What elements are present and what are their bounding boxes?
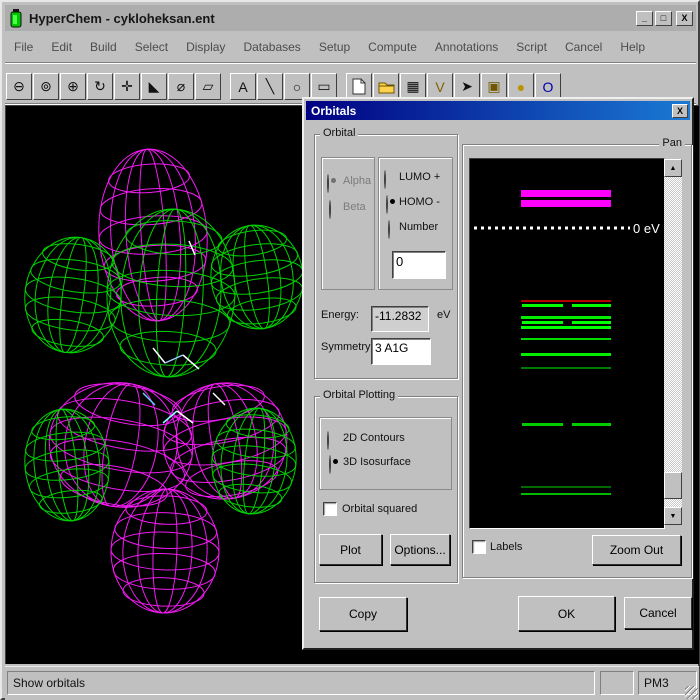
homo-label: HOMO - [399, 196, 440, 208]
new-file-icon[interactable] [346, 73, 372, 100]
orbital-squared-label: Orbital squared [342, 503, 417, 515]
select-rect-icon[interactable]: ▭ [311, 73, 337, 100]
divider [5, 62, 696, 64]
labels-label: Labels [490, 541, 522, 553]
menu-bar: FileEditBuildSelectDisplayDatabasesSetup… [5, 35, 696, 59]
maximize-button[interactable]: □ [655, 11, 672, 26]
dialog-title-bar[interactable]: Orbitals X [306, 101, 690, 120]
beta-label: Beta [343, 201, 366, 213]
energy-level-diagram: 0 eV [470, 159, 662, 526]
status-message: Show orbitals [7, 671, 595, 695]
menu-file[interactable]: File [5, 38, 42, 56]
model-build-icon[interactable]: ● [508, 73, 534, 100]
overlay-icon[interactable]: O [535, 73, 561, 100]
app-window: HyperChem - cykloheksan.ent _ □ X FileEd… [0, 0, 700, 700]
orbital-plotting-label: Orbital Plotting [320, 389, 398, 401]
number-label: Number [399, 221, 438, 233]
isosurface-3d-radio[interactable] [329, 455, 331, 474]
svg-text:0 eV: 0 eV [633, 221, 660, 236]
dialog-title: Orbitals [311, 104, 356, 118]
scroll-down-icon[interactable]: ▼ [664, 507, 682, 525]
resize-grip[interactable] [685, 686, 698, 699]
orbital-select-box: LUMO + HOMO - Number 0 [378, 157, 453, 290]
alpha-label: Alpha [343, 175, 371, 187]
menu-databases[interactable]: Databases [234, 38, 309, 56]
toolbar-separator [338, 73, 345, 100]
orbital-plotting-group: Orbital Plotting 2D Contours 3D Isosurfa… [314, 396, 458, 583]
constrain-icon[interactable]: ▣ [481, 73, 507, 100]
energy-level-panel[interactable]: 0 eV [469, 158, 665, 529]
plot-button[interactable]: Plot [319, 534, 382, 565]
orbital-group: Orbital Alpha Beta LUMO + HOMO - Number … [314, 134, 458, 379]
orbital-isosurface [6, 106, 302, 663]
scrollbar-thumb[interactable] [664, 472, 682, 499]
menu-display[interactable]: Display [177, 38, 234, 56]
lumo-radio[interactable] [384, 170, 386, 189]
open-file-icon[interactable] [373, 73, 399, 100]
select-sphere-icon[interactable]: ○ [284, 73, 310, 100]
dialog-close-icon[interactable]: X [672, 104, 688, 118]
alpha-radio[interactable] [327, 174, 329, 193]
status-middle [600, 671, 634, 695]
energy-value-field: -11.2832 [371, 306, 429, 332]
menu-help[interactable]: Help [611, 38, 654, 56]
window-title: HyperChem - cykloheksan.ent [29, 11, 215, 26]
translate-xy-icon[interactable]: ✛ [114, 73, 140, 100]
lumo-label: LUMO + [399, 171, 440, 183]
menu-edit[interactable]: Edit [42, 38, 81, 56]
menu-select[interactable]: Select [126, 38, 177, 56]
orbital-number-input[interactable]: 0 [392, 251, 446, 279]
status-bar: Show orbitals PM3 [5, 666, 699, 700]
menu-annotations[interactable]: Annotations [426, 38, 507, 56]
symmetry-value-field: 3 A1G [371, 338, 431, 365]
menu-cancel[interactable]: Cancel [556, 38, 611, 56]
energy-unit: eV [437, 309, 450, 321]
pan-tool-icon[interactable]: ▱ [195, 73, 221, 100]
orbitals-dialog: Orbitals X Orbital Alpha Beta LUMO + HOM… [302, 97, 694, 650]
z-clip-icon[interactable]: ⌀ [168, 73, 194, 100]
orbital-group-label: Orbital [320, 127, 358, 139]
copy-button[interactable]: Copy [319, 597, 407, 631]
contours-2d-label: 2D Contours [343, 432, 405, 444]
cancel-button[interactable]: Cancel [624, 597, 692, 629]
periodic-table-icon[interactable]: ▦ [400, 73, 426, 100]
orbital-squared-checkbox[interactable] [323, 502, 337, 516]
isosurface-3d-label: 3D Isosurface [343, 456, 411, 468]
flask-icon [9, 8, 23, 28]
text-tool-icon[interactable]: A [230, 73, 256, 100]
options-button[interactable]: Options... [390, 534, 450, 565]
toolbar-separator [222, 73, 229, 100]
number-radio[interactable] [388, 220, 390, 239]
energy-scrollbar[interactable]: ▲ ▼ [664, 159, 682, 525]
ok-button[interactable]: OK [518, 596, 615, 631]
symmetry-label: Symmetry: [321, 341, 374, 353]
pan-group-label: Pan [659, 137, 685, 149]
minimize-button[interactable]: _ [636, 11, 653, 26]
homo-radio[interactable] [386, 195, 388, 214]
menu-build[interactable]: Build [81, 38, 126, 56]
rotate-out-of-plane-icon[interactable]: ⊖ [6, 73, 32, 100]
contours-2d-radio[interactable] [327, 431, 329, 450]
selection-pointer-icon[interactable]: ➤ [454, 73, 480, 100]
menu-compute[interactable]: Compute [359, 38, 426, 56]
energy-label: Energy: [321, 309, 359, 321]
menu-setup[interactable]: Setup [310, 38, 359, 56]
rotate-tool-icon[interactable]: ↻ [87, 73, 113, 100]
scroll-up-icon[interactable]: ▲ [664, 159, 682, 177]
zoom-tool-icon[interactable]: ◣ [141, 73, 167, 100]
menu-script[interactable]: Script [507, 38, 556, 56]
rotate-in-plane-icon[interactable]: ⊚ [33, 73, 59, 100]
draw-line-icon[interactable]: ╲ [257, 73, 283, 100]
default-element-icon[interactable]: V [427, 73, 453, 100]
beta-radio[interactable] [329, 200, 331, 219]
plot-mode-box: 2D Contours 3D Isosurface [319, 417, 452, 490]
translate-z-icon[interactable]: ⊕ [60, 73, 86, 100]
title-bar[interactable]: HyperChem - cykloheksan.ent _ □ X [5, 5, 696, 31]
close-button[interactable]: X [676, 11, 693, 26]
spin-box: Alpha Beta [321, 157, 375, 290]
pan-group: Pan 0 eV ▲ ▼ Labels Zoom Out [462, 144, 692, 578]
zoom-out-button[interactable]: Zoom Out [592, 535, 681, 565]
labels-checkbox[interactable] [472, 540, 486, 554]
